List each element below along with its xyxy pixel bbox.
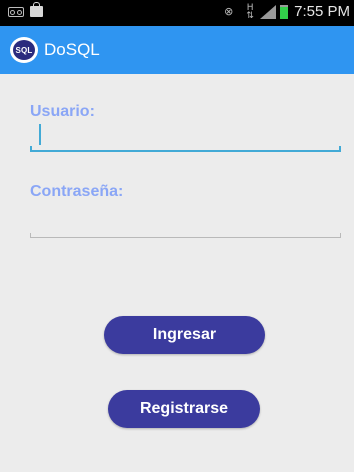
- signal-icon: [260, 4, 277, 19]
- user-field-tick-right: [339, 146, 341, 152]
- status-clock: 7:55 PM: [294, 3, 350, 20]
- sql-logo-icon: SQL: [13, 40, 35, 60]
- action-bar: SQL DoSQL: [0, 26, 354, 74]
- mute-icon: ⊗: [224, 4, 234, 18]
- status-bar: ⊗ H ⇅ 7:55 PM: [0, 0, 354, 26]
- register-button[interactable]: Registrarse: [108, 390, 260, 428]
- password-field-tick-right: [340, 233, 341, 238]
- app-logo: SQL: [10, 37, 38, 63]
- status-notifications: [8, 2, 43, 17]
- app-screen: ⊗ H ⇅ 7:55 PM SQL DoSQL Usuario: Contrase…: [0, 0, 354, 472]
- battery-icon: [280, 4, 289, 19]
- text-cursor: [39, 124, 41, 145]
- user-field-tick-left: [30, 146, 32, 152]
- password-field-tick-left: [30, 233, 31, 238]
- shopping-bag-icon: [30, 2, 43, 17]
- user-field-underline: [30, 150, 341, 152]
- password-field-underline: [30, 237, 341, 238]
- voicemail-icon: [8, 6, 24, 17]
- app-title: DoSQL: [44, 40, 100, 59]
- login-button[interactable]: Ingresar: [104, 316, 265, 354]
- hplus-text: H: [246, 2, 254, 13]
- password-field[interactable]: [30, 208, 341, 238]
- user-field[interactable]: [30, 122, 341, 152]
- hplus-data-icon: H ⇅: [246, 2, 254, 21]
- status-indicators: ⊗ H ⇅ 7:55 PM: [224, 3, 350, 20]
- user-label: Usuario:: [30, 103, 95, 120]
- password-label: Contraseña:: [30, 183, 124, 200]
